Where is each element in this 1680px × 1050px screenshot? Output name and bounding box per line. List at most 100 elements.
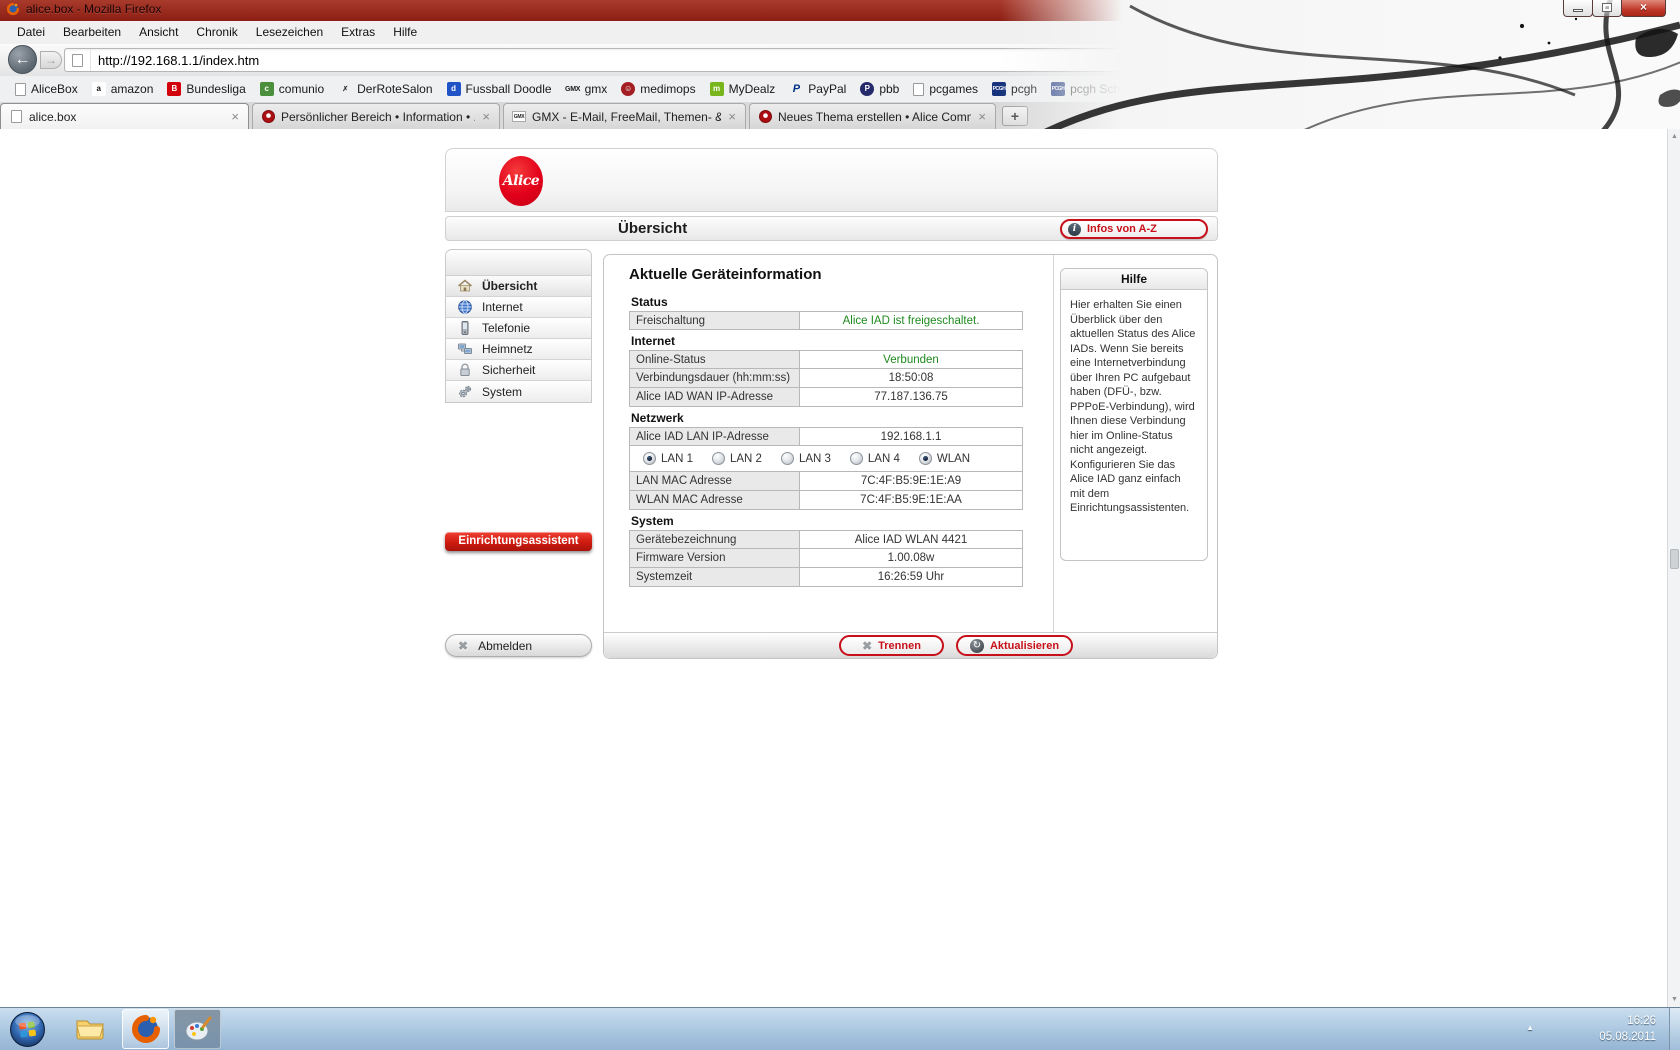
- restore-button[interactable]: [1592, 0, 1622, 17]
- table-row: Firmware Version 1.00.08w: [629, 549, 1023, 568]
- bookmark-medimops[interactable]: ☺medimops: [616, 80, 700, 98]
- bookmark-gmx[interactable]: GMXgmx: [561, 80, 613, 98]
- search-bar[interactable]: ▾ Google: [1292, 48, 1612, 72]
- bookmark-soenke-blog[interactable]: BSönke Blog: [1182, 80, 1272, 98]
- tab-close-icon[interactable]: ×: [977, 109, 987, 124]
- bookmark-derrotesalon[interactable]: ✗DerRoteSalon: [333, 80, 437, 98]
- device-info-table: Status Freischaltung Alice IAD ist freig…: [629, 291, 1023, 587]
- bookmark-amazon[interactable]: aamazon: [87, 80, 159, 98]
- tab-alicebox[interactable]: alice.box ×: [0, 103, 249, 129]
- disconnect-icon: ✖: [862, 639, 872, 653]
- tab-neues-thema[interactable]: Neues Thema erstellen • Alice Comm... ×: [749, 103, 996, 129]
- tab-close-icon[interactable]: ×: [230, 109, 240, 124]
- sidebar-item-system[interactable]: System: [446, 381, 591, 402]
- scroll-up-icon[interactable]: ▲: [1668, 129, 1680, 144]
- bookmark-mydealz[interactable]: mMyDealz: [705, 80, 781, 98]
- bookmark-pbb[interactable]: Ppbb: [855, 80, 904, 98]
- sidebar-top-strip: [446, 250, 591, 276]
- led-indicator: [781, 452, 794, 465]
- trennen-button[interactable]: ✖ Trennen: [839, 635, 944, 656]
- sidebar-item-telefonie[interactable]: Telefonie: [446, 318, 591, 339]
- menu-lesezeichen[interactable]: Lesezeichen: [247, 21, 332, 43]
- device-info-region: Aktuelle Geräteinformation Status Freisc…: [604, 255, 1054, 634]
- scroll-down-icon[interactable]: ▼: [1668, 992, 1680, 1007]
- derrotesalon-icon: ✗: [338, 82, 352, 96]
- menu-extras[interactable]: Extras: [332, 21, 384, 43]
- start-button[interactable]: [9, 1011, 46, 1048]
- windows-taskbar: ▲ 16:26 05.08.2011: [0, 1007, 1680, 1050]
- window-title: alice.box - Mozilla Firefox: [26, 2, 161, 16]
- bookmark-star-button[interactable]: ☆ ▾: [1220, 48, 1254, 72]
- browser-viewport: Alice Übersicht i Infos von A-Z Übersich…: [0, 129, 1680, 1007]
- einrichtungsassistent-button[interactable]: Einrichtungsassistent: [445, 532, 592, 551]
- bookmark-bundesliga[interactable]: BBundesliga: [162, 80, 250, 98]
- url-text[interactable]: http://192.168.1.1/index.htm: [91, 53, 259, 68]
- amazon-icon: a: [92, 82, 106, 96]
- tab-close-icon[interactable]: ×: [727, 109, 737, 124]
- windows-logo-icon: [9, 1011, 46, 1048]
- tab-persoenlicher-bereich[interactable]: Persönlicher Bereich • Information • ...…: [252, 103, 500, 129]
- led-lan1: LAN 1: [643, 452, 693, 465]
- medimops-icon: ☺: [621, 82, 635, 96]
- gmx-icon: GMX: [512, 110, 526, 124]
- led-lan4: LAN 4: [850, 452, 900, 465]
- lock-icon: [457, 362, 473, 378]
- search-input[interactable]: Google: [1325, 53, 1592, 68]
- led-indicator: [712, 452, 725, 465]
- search-icon[interactable]: [1592, 52, 1611, 68]
- router-main-card: Aktuelle Geräteinformation Status Freisc…: [603, 254, 1218, 659]
- url-bar[interactable]: http://192.168.1.1/index.htm: [64, 48, 1212, 72]
- tab-close-icon[interactable]: ×: [481, 109, 491, 124]
- menu-chronik[interactable]: Chronik: [187, 21, 246, 43]
- menu-hilfe[interactable]: Hilfe: [384, 21, 426, 43]
- minimize-button[interactable]: [1563, 0, 1593, 17]
- infos-von-a-z-button[interactable]: i Infos von A-Z: [1060, 219, 1208, 239]
- menu-bearbeiten[interactable]: Bearbeiten: [54, 21, 130, 43]
- table-row: Freischaltung Alice IAD ist freigeschalt…: [629, 311, 1023, 330]
- reload-button[interactable]: ↻: [1258, 48, 1284, 72]
- abmelden-button[interactable]: ✖ Abmelden: [445, 634, 592, 657]
- sidebar-item-heimnetz[interactable]: Heimnetz: [446, 339, 591, 360]
- navigation-toolbar: ← → http://192.168.1.1/index.htm ☆ ▾ ↻ ▾…: [0, 44, 1680, 76]
- tray-expand-icon[interactable]: ▲: [1526, 1023, 1534, 1032]
- alice-logo: Alice: [499, 156, 543, 206]
- bookmark-pcgh-schnaeppchen[interactable]: PCGHpcgh Schnäppchen: [1046, 80, 1178, 98]
- gears-icon: [457, 384, 473, 400]
- led-indicator: [643, 452, 656, 465]
- bookmark-paypal[interactable]: PPayPal: [784, 80, 851, 98]
- new-tab-button[interactable]: +: [1002, 106, 1028, 126]
- taskbar-paint-button[interactable]: [174, 1009, 221, 1049]
- search-engine-selector[interactable]: ▾: [1293, 53, 1325, 67]
- sidebar-item-uebersicht[interactable]: Übersicht: [446, 276, 591, 297]
- sidebar-item-sicherheit[interactable]: Sicherheit: [446, 360, 591, 381]
- scrollbar-thumb[interactable]: [1670, 549, 1679, 569]
- table-row: WLAN MAC Adresse 7C:4F:B5:9E:1E:AA: [629, 491, 1023, 510]
- bookmark-alicebox[interactable]: AliceBox: [10, 80, 83, 98]
- restore-icon: [1603, 4, 1611, 11]
- tab-gmx[interactable]: GMX GMX - E-Mail, FreeMail, Themen- & ..…: [503, 103, 746, 129]
- bookmark-comunio[interactable]: ccomunio: [255, 80, 329, 98]
- aktualisieren-button[interactable]: ↻ Aktualisieren: [956, 635, 1073, 656]
- sidebar-item-internet[interactable]: Internet: [446, 297, 591, 318]
- bookmark-pcgames[interactable]: pcgames: [908, 80, 983, 98]
- menu-ansicht[interactable]: Ansicht: [130, 21, 187, 43]
- back-button[interactable]: ←: [8, 45, 37, 74]
- network-icon: [457, 341, 473, 357]
- show-desktop-button[interactable]: [1669, 1008, 1680, 1050]
- bookmark-pcgh[interactable]: PCGHpcgh: [987, 80, 1042, 98]
- close-button[interactable]: ×: [1621, 0, 1666, 17]
- taskbar-clock[interactable]: 16:26 05.08.2011: [1599, 1013, 1656, 1045]
- home-icon: ⌂: [1634, 50, 1644, 69]
- bookmark-fussball-doodle[interactable]: dFussball Doodle: [442, 80, 557, 98]
- taskbar-firefox-button[interactable]: [122, 1009, 169, 1049]
- firefox-icon: [6, 2, 20, 16]
- bookmarks-toolbar: AliceBox aamazon BBundesliga ccomunio ✗D…: [0, 76, 1680, 102]
- menu-datei[interactable]: Datei: [8, 21, 54, 43]
- help-panel: Hilfe Hier erhalten Sie einen Überblick …: [1060, 268, 1208, 561]
- forward-button[interactable]: →: [40, 51, 62, 69]
- taskbar-explorer-button[interactable]: [66, 1009, 113, 1049]
- page-icon: [9, 110, 23, 124]
- vertical-scrollbar[interactable]: ▲ ▼: [1667, 129, 1680, 1007]
- menu-bar: Datei Bearbeiten Ansicht Chronik Lesezei…: [0, 21, 1680, 44]
- home-button[interactable]: ⌂: [1622, 47, 1656, 73]
